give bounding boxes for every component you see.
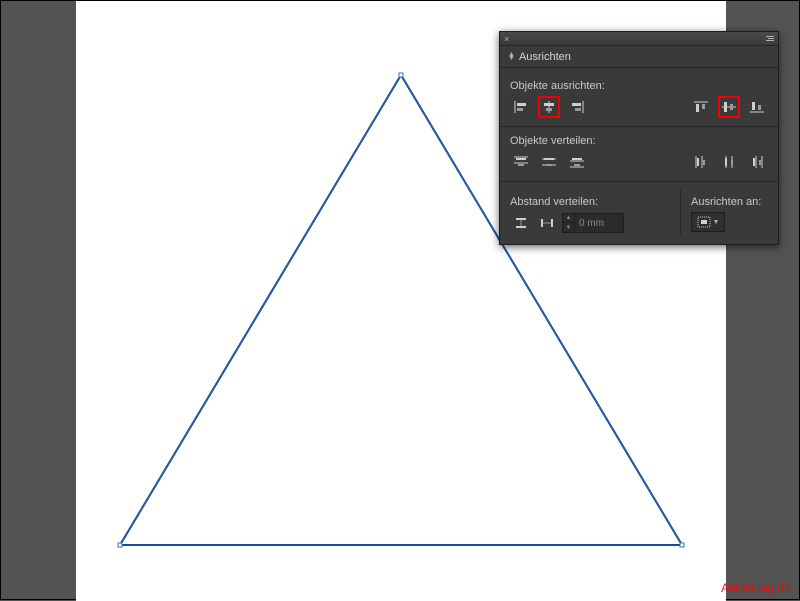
distribute-spacing-v-icon[interactable] <box>510 212 532 234</box>
distribute-v-center-icon[interactable] <box>538 151 560 173</box>
distribute-v-top-icon[interactable] <box>510 151 532 173</box>
section-label-distribute-objects: Objekte verteilen: <box>510 135 768 147</box>
align-h-center-icon[interactable] <box>538 96 560 118</box>
align-top-icon[interactable] <box>690 96 712 118</box>
spacing-input[interactable] <box>575 218 623 229</box>
distribute-h-left-icon[interactable] <box>690 151 712 173</box>
panel-title: Ausrichten <box>519 51 571 63</box>
distribute-v-bottom-icon[interactable] <box>566 151 588 173</box>
section-label-align-objects: Objekte ausrichten: <box>510 80 768 92</box>
close-icon[interactable]: × <box>504 34 509 44</box>
distribute-h-center-icon[interactable] <box>718 151 740 173</box>
distribute-h-right-icon[interactable] <box>746 151 768 173</box>
align-bottom-icon[interactable] <box>746 96 768 118</box>
panel-titlebar[interactable]: × <box>500 32 778 46</box>
stepper-up-icon[interactable]: ▲ <box>563 214 575 223</box>
panel-tab[interactable]: ▲▼ Ausrichten <box>500 46 778 68</box>
panel-menu-icon[interactable] <box>762 36 774 41</box>
anchor-point[interactable] <box>118 543 123 548</box>
align-panel: × ▲▼ Ausrichten Objekte ausrichten: <box>499 31 779 245</box>
section-label-align-to: Ausrichten an: <box>691 196 768 208</box>
anchor-point[interactable] <box>680 543 685 548</box>
align-right-icon[interactable] <box>566 96 588 118</box>
section-label-distribute-spacing: Abstand verteilen: <box>510 196 672 208</box>
stepper-down-icon[interactable]: ▼ <box>563 223 575 232</box>
anchor-point[interactable] <box>399 73 404 78</box>
align-to-dropdown[interactable]: ▼ <box>691 212 725 232</box>
align-v-center-icon[interactable] <box>718 96 740 118</box>
align-to-selection-icon <box>697 216 711 228</box>
align-left-icon[interactable] <box>510 96 532 118</box>
chevron-down-icon: ▼ <box>713 219 720 226</box>
figure-caption: Abbildung 03 <box>721 581 791 595</box>
collapse-toggle-icon[interactable]: ▲▼ <box>508 53 515 61</box>
distribute-spacing-h-icon[interactable] <box>536 212 558 234</box>
spacing-value-field[interactable]: ▲ ▼ <box>562 213 624 233</box>
